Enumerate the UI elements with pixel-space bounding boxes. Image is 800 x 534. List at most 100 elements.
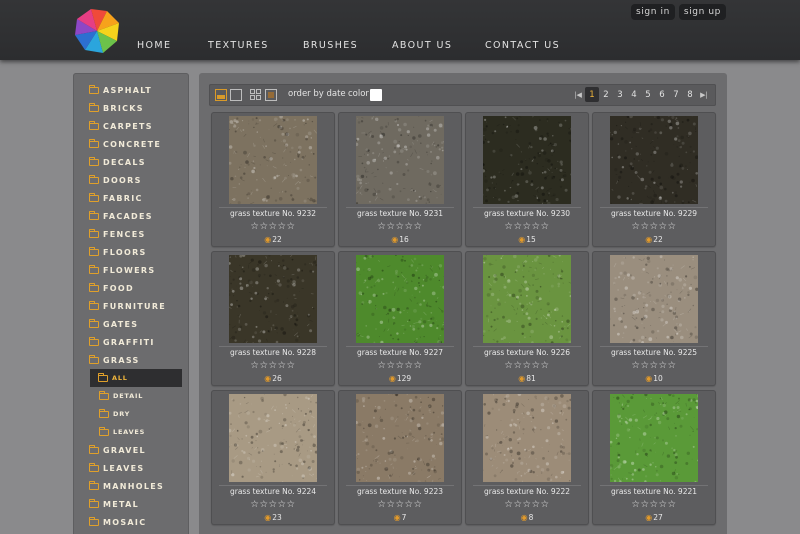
- page-3-button[interactable]: 3: [613, 87, 627, 102]
- sidebar-item-graffiti[interactable]: GRAFFITI: [73, 333, 189, 351]
- star-icon[interactable]: ☆: [405, 360, 414, 371]
- view-grid-icon[interactable]: [250, 89, 262, 101]
- nav-textures[interactable]: TEXTURES: [208, 40, 303, 51]
- star-icon[interactable]: ☆: [287, 360, 296, 371]
- sidebar-item-manholes[interactable]: MANHOLES: [73, 477, 189, 495]
- nav-brushes[interactable]: BRUSHES: [303, 40, 392, 51]
- sidebar-item-fabric[interactable]: FABRIC: [73, 189, 189, 207]
- texture-card[interactable]: grass texture No. 9231 ☆☆☆☆☆ ◉16: [338, 112, 462, 247]
- sidebar-item-mosaic[interactable]: MOSAIC: [73, 513, 189, 531]
- texture-title[interactable]: grass texture No. 9221: [592, 487, 716, 496]
- star-icon[interactable]: ☆: [668, 221, 677, 232]
- page-6-button[interactable]: 6: [655, 87, 669, 102]
- texture-title[interactable]: grass texture No. 9232: [211, 209, 335, 218]
- sidebar-item-leaves[interactable]: LEAVES: [73, 459, 189, 477]
- texture-card[interactable]: grass texture No. 9225 ☆☆☆☆☆ ◉10: [592, 251, 716, 386]
- page-8-button[interactable]: 8: [683, 87, 697, 102]
- page-4-button[interactable]: 4: [627, 87, 641, 102]
- sign-in-button[interactable]: sign in: [631, 4, 675, 20]
- star-icon[interactable]: ☆: [649, 360, 658, 371]
- texture-card[interactable]: grass texture No. 9232 ☆☆☆☆☆ ◉22: [211, 112, 335, 247]
- star-icon[interactable]: ☆: [532, 221, 541, 232]
- sidebar-item-gates[interactable]: GATES: [73, 315, 189, 333]
- texture-thumbnail[interactable]: [354, 115, 444, 205]
- texture-title[interactable]: grass texture No. 9230: [465, 209, 589, 218]
- star-icon[interactable]: ☆: [278, 499, 287, 510]
- page-5-button[interactable]: 5: [641, 87, 655, 102]
- star-icon[interactable]: ☆: [522, 360, 531, 371]
- sidebar-item-flowers[interactable]: FLOWERS: [73, 261, 189, 279]
- texture-card[interactable]: grass texture No. 9229 ☆☆☆☆☆ ◉22: [592, 112, 716, 247]
- texture-title[interactable]: grass texture No. 9227: [338, 348, 462, 357]
- order-by-date-link[interactable]: order by date: [288, 89, 346, 99]
- texture-thumbnail[interactable]: [483, 391, 572, 486]
- star-icon[interactable]: ☆: [395, 221, 404, 232]
- texture-card[interactable]: grass texture No. 9222 ☆☆☆☆☆ ◉8: [465, 390, 589, 525]
- star-icon[interactable]: ☆: [405, 499, 414, 510]
- view-single-icon[interactable]: [230, 89, 242, 101]
- star-icon[interactable]: ☆: [278, 221, 287, 232]
- star-icon[interactable]: ☆: [414, 360, 423, 371]
- sidebar-item-concrete[interactable]: CONCRETE: [73, 135, 189, 153]
- sidebar-item-gravel[interactable]: GRAVEL: [73, 441, 189, 459]
- sidebar-item-doors[interactable]: DOORS: [73, 171, 189, 189]
- star-icon[interactable]: ☆: [287, 221, 296, 232]
- texture-thumbnail[interactable]: [479, 251, 573, 345]
- sidebar-item-decals[interactable]: DECALS: [73, 153, 189, 171]
- sidebar-item-grass[interactable]: GRASS: [73, 351, 189, 369]
- texture-thumbnail[interactable]: [606, 113, 699, 207]
- star-icon[interactable]: ☆: [541, 221, 550, 232]
- star-icon[interactable]: ☆: [659, 221, 668, 232]
- sidebar-item-floors[interactable]: FLOORS: [73, 243, 189, 261]
- star-icon[interactable]: ☆: [268, 360, 277, 371]
- texture-card[interactable]: grass texture No. 9227 ☆☆☆☆☆ ◉129: [338, 251, 462, 386]
- star-icon[interactable]: ☆: [659, 360, 668, 371]
- star-icon[interactable]: ☆: [395, 499, 404, 510]
- texture-thumbnail[interactable]: [608, 392, 700, 484]
- star-icon[interactable]: ☆: [522, 499, 531, 510]
- sidebar-item-food[interactable]: FOOD: [73, 279, 189, 297]
- star-icon[interactable]: ☆: [649, 499, 658, 510]
- star-icon[interactable]: ☆: [668, 499, 677, 510]
- texture-card[interactable]: grass texture No. 9230 ☆☆☆☆☆ ◉15: [465, 112, 589, 247]
- star-icon[interactable]: ☆: [668, 360, 677, 371]
- star-icon[interactable]: ☆: [287, 499, 296, 510]
- texture-title[interactable]: grass texture No. 9225: [592, 348, 716, 357]
- texture-card[interactable]: grass texture No. 9226 ☆☆☆☆☆ ◉81: [465, 251, 589, 386]
- texture-title[interactable]: grass texture No. 9226: [465, 348, 589, 357]
- texture-title[interactable]: grass texture No. 9222: [465, 487, 589, 496]
- star-icon[interactable]: ☆: [532, 360, 541, 371]
- logo-flower-icon[interactable]: [72, 6, 122, 56]
- star-icon[interactable]: ☆: [268, 499, 277, 510]
- texture-thumbnail[interactable]: [354, 391, 445, 485]
- first-page-icon[interactable]: |◀: [571, 87, 585, 102]
- color-swatch[interactable]: [370, 89, 382, 101]
- texture-title[interactable]: grass texture No. 9228: [211, 348, 335, 357]
- texture-title[interactable]: grass texture No. 9231: [338, 209, 462, 218]
- texture-thumbnail[interactable]: [609, 254, 699, 344]
- star-icon[interactable]: ☆: [532, 499, 541, 510]
- star-icon[interactable]: ☆: [522, 221, 531, 232]
- star-icon[interactable]: ☆: [649, 221, 658, 232]
- sidebar-item-leaves[interactable]: LEAVES: [73, 423, 189, 441]
- star-icon[interactable]: ☆: [414, 221, 423, 232]
- texture-thumbnail[interactable]: [226, 253, 318, 346]
- sidebar-item-furniture[interactable]: FURNITURE: [73, 297, 189, 315]
- texture-thumbnail[interactable]: [480, 113, 572, 206]
- nav-about-us[interactable]: ABOUT US: [392, 40, 485, 51]
- sidebar-item-metal[interactable]: METAL: [73, 495, 189, 513]
- page-7-button[interactable]: 7: [669, 87, 683, 102]
- sidebar-item-bricks[interactable]: BRICKS: [73, 99, 189, 117]
- star-icon[interactable]: ☆: [278, 360, 287, 371]
- texture-card[interactable]: grass texture No. 9221 ☆☆☆☆☆ ◉27: [592, 390, 716, 525]
- sign-up-button[interactable]: sign up: [678, 4, 726, 20]
- sidebar-item-all[interactable]: ALL: [90, 369, 182, 387]
- last-page-icon[interactable]: ▶|: [697, 87, 711, 102]
- texture-thumbnail[interactable]: [355, 254, 446, 345]
- page-1-button[interactable]: 1: [585, 87, 599, 102]
- sidebar-item-fences[interactable]: FENCES: [73, 225, 189, 243]
- sidebar-item-dry[interactable]: DRY: [73, 405, 189, 423]
- texture-title[interactable]: grass texture No. 9229: [592, 209, 716, 218]
- star-icon[interactable]: ☆: [541, 499, 550, 510]
- star-icon[interactable]: ☆: [541, 360, 550, 371]
